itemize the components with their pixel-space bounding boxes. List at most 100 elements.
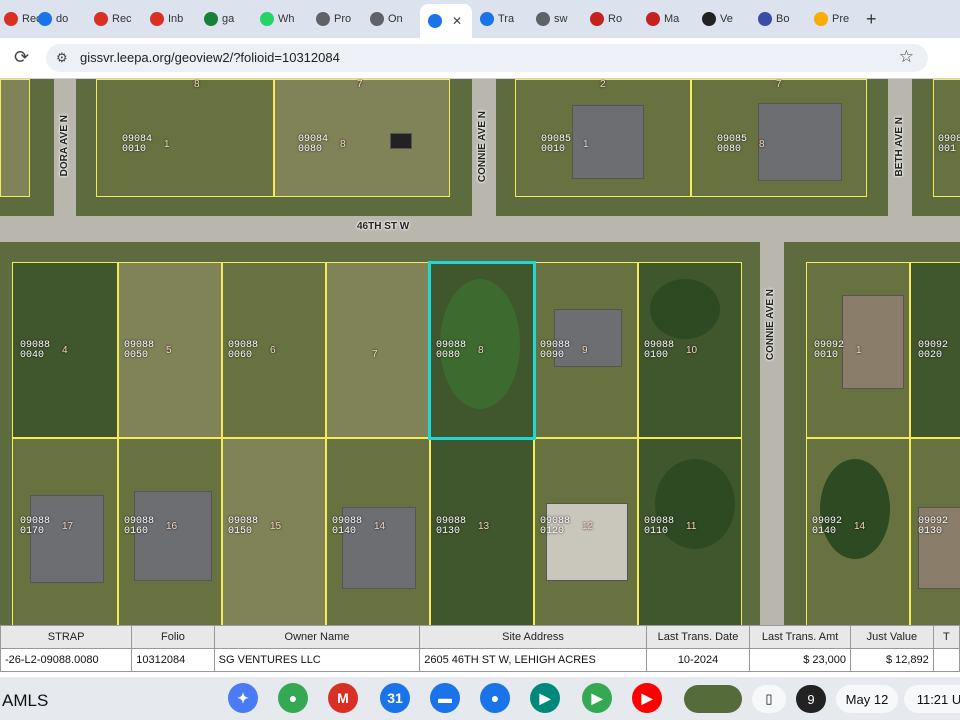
c-icon [590,12,604,26]
gmail-icon[interactable]: M [328,683,358,713]
parcel-strap-label: 09085 0080 [717,134,748,155]
parcel-strap-label: 09092 0010 [814,340,845,361]
column-header[interactable]: Folio [131,625,215,649]
street-label-connie-top: CONNIE AVE N [477,111,488,183]
parcel-strap-label: 09088 0100 [644,340,675,361]
lot-number: 1 [164,139,170,150]
browser-tab[interactable]: Ro [590,6,638,32]
lot-number: 1 [583,139,589,150]
browser-tab[interactable]: On [370,6,418,32]
parcel[interactable] [326,262,430,438]
browser-tab[interactable]: Ve [702,6,750,32]
c-icon [646,12,660,26]
messages-icon[interactable]: ● [480,683,510,713]
house [546,503,628,581]
site-info-icon[interactable]: ⚙ [56,50,68,66]
reload-icon[interactable]: ⟳ [14,47,29,68]
column-header[interactable]: Site Address [419,625,647,649]
house [758,103,842,181]
play-store-icon[interactable]: ▶ [582,683,612,713]
tab-title: On [388,13,403,25]
address-bar[interactable]: ⚙ gissvr.leepa.org/geoview2/?folioid=103… [46,44,928,72]
column-header[interactable]: T [932,625,960,649]
window-thumbnail-icon[interactable] [684,685,742,713]
house [30,495,104,583]
road-46th-st [0,216,960,242]
lot-number: 14 [854,521,866,532]
files-icon[interactable]: ▬ [430,683,460,713]
parcel[interactable] [0,79,30,197]
browser-tab[interactable]: Bo [758,6,806,32]
lot-number: 8 [478,345,484,356]
tab-title: Rec [112,13,132,25]
parcel-strap-label: 09088 0130 [436,516,467,537]
browser-tab[interactable]: Pro [316,6,364,32]
table-cell: $ 23,000 [749,648,852,672]
column-header[interactable]: Last Trans. Date [645,625,751,649]
parcel-strap-label: 09084 0010 [122,134,153,155]
parcel-strap-label: 09088 0060 [228,340,259,361]
browser-tab[interactable]: Wh [260,6,308,32]
youtube-icon[interactable]: ▶ [632,683,662,713]
url-text[interactable]: gissvr.leepa.org/geoview2/?folioid=10312… [80,50,340,65]
new-tab-button[interactable]: + [866,9,877,30]
lot-number: 13 [478,521,490,532]
parcel-strap-label: 09088 0110 [644,516,675,537]
lot-number: 7 [776,79,782,90]
browser-tab[interactable]: ✕ [420,4,472,38]
parcel-strap-label: 09092 0020 [918,340,949,361]
browser-toolbar: ⟳ ⚙ gissvr.leepa.org/geoview2/?folioid=1… [0,38,960,79]
house [842,295,904,389]
browser-tab[interactable]: Pre [814,6,862,32]
notification-badge[interactable]: 9 [796,685,826,713]
browser-tab[interactable]: sw [536,6,584,32]
os-taskbar: AMLS ✦ ● M 31 ▬ ● ▶ ▶ ▶ ▯ 9 May 12 11:21 U [0,677,960,720]
parcel-strap-label: 0908 001 [938,134,960,155]
close-tab-icon[interactable]: ✕ [452,14,462,28]
tab-title: ga [222,13,235,25]
parcel-map[interactable]: 46TH ST W DORA AVE N CONNIE AVE N CONNIE… [0,79,960,625]
parcel-strap-label: 09088 0090 [540,340,571,361]
calendar-icon[interactable]: 31 [380,683,410,713]
parcel-strap-label: 09088 0120 [540,516,571,537]
gmail-icon [94,12,108,26]
parcel-strap-label: 09088 0140 [332,516,363,537]
time-display[interactable]: 11:21 U [904,685,960,713]
street-label-connie-right: CONNIE AVE N [765,289,776,361]
lot-number: 2 [600,79,606,90]
bookmark-star-icon[interactable]: ☆ [899,47,914,67]
table-header-row: STRAP Folio Owner Name Site Address Last Tra… [0,625,960,649]
column-header[interactable]: Last Trans. Amt [749,625,852,649]
column-header[interactable]: Owner Name [213,625,421,649]
browser-tab[interactable]: Tra [480,6,528,32]
chrome-icon[interactable]: ● [278,683,308,713]
globe-icon [316,12,330,26]
table-cell: 10312084 [131,648,215,672]
globe-icon [428,14,442,28]
parcel-strap-label: 09092 0130 [918,516,949,537]
lot-number: 9 [582,345,588,356]
browser-tab[interactable]: Inb [150,6,198,32]
browser-tab-strip: Rec do Rec Inb ga Wh Pro On ✕ Tra sw Ro Ma Ve Bo Pre + [0,0,960,38]
column-header[interactable]: Just Value [850,625,934,649]
date-display[interactable]: May 12 [836,685,898,713]
brand-watermark: AMLS [2,691,49,710]
column-header[interactable]: STRAP [0,625,133,649]
tab-title: Wh [278,13,295,25]
table-cell [932,648,960,672]
table-cell: -26-L2-09088.0080 [0,648,133,672]
lot-number: 1 [856,345,862,356]
meet-icon[interactable]: ▶ [530,683,560,713]
table-row[interactable]: -26-L2-09088.0080 10312084 SG VENTURES LLC… [0,648,960,672]
lot-number: 14 [374,521,386,532]
lot-number: 4 [62,345,68,356]
browser-tab[interactable]: do [38,6,86,32]
browser-tab[interactable]: ga [204,6,252,32]
browser-tab[interactable]: Rec [94,6,142,32]
browser-tab[interactable]: Ma [646,6,694,32]
tab-title: Bo [776,13,790,25]
tab-title: Ro [608,13,623,25]
phone-icon[interactable]: ▯ [752,685,786,713]
gemini-icon[interactable]: ✦ [228,683,258,713]
lot-number: 8 [194,79,200,90]
